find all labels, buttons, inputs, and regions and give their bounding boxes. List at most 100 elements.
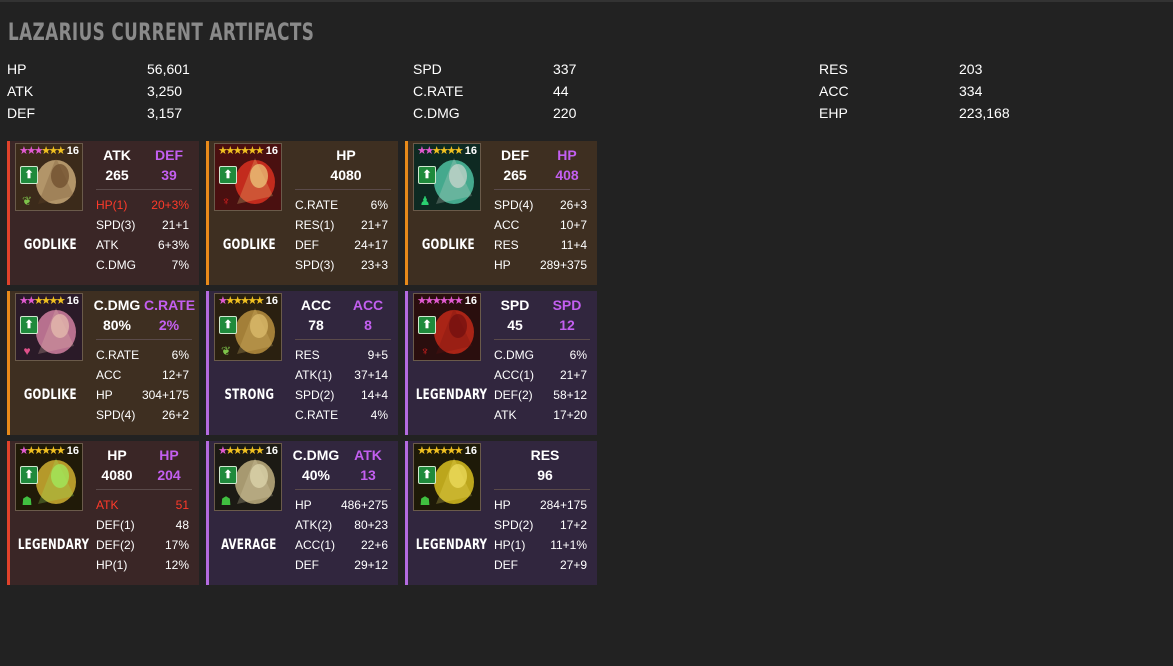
artifact-image[interactable]: ★★★★★★ 16 ⬆ ☗: [15, 443, 83, 511]
substat-value: 29+12: [354, 558, 388, 572]
substat-name: HP: [295, 498, 312, 512]
main-stat-value: 265: [503, 167, 527, 183]
substat-value: 26+3: [559, 198, 587, 212]
substats: C.RATE 6% RES(1) 21+7 DEF 24+17 SPD(3) 2…: [295, 198, 391, 278]
artifact-level: 16: [265, 145, 278, 157]
rarity-text: GODLIKE: [222, 237, 276, 253]
top-border: [0, 0, 1173, 2]
substat-value: 22+6: [360, 538, 388, 552]
substat-value: 486+275: [340, 498, 388, 512]
substat-row: DEF(2) 17%: [96, 538, 192, 558]
artifact-image[interactable]: ★★★★★★ 16 ⬆ ☗: [413, 443, 481, 511]
upgrade-arrow-icon: ⬆: [219, 316, 237, 334]
artifact-card-helmet[interactable]: ★★★★★★ 16 ⬆ ♆ GODLIKE HP 4080 C.RATE 6% …: [206, 141, 398, 285]
rarity-label: AVERAGE: [209, 537, 289, 553]
substat-value: 304+175: [141, 388, 189, 402]
substats: HP(1) 20+3% SPD(3) 21+1 ATK 6+3% C.DMG 7…: [96, 198, 192, 278]
main-stat-name: C.DMG: [292, 447, 340, 463]
artifact-card-boots[interactable]: ★★★★★★ 16 ⬆ ♆ LEGENDARY SPD 45 SPD 12 C.…: [405, 291, 597, 435]
rarity-label: STRONG: [209, 387, 289, 403]
substat-value: 4%: [370, 408, 388, 422]
upgrade-arrow-icon: ⬆: [219, 466, 237, 484]
stat-name: EHP: [819, 105, 848, 121]
substat-name: ATK(2): [295, 518, 333, 532]
star-rating: ★★★★★★: [218, 295, 265, 307]
substat-name: SPD(4): [494, 198, 534, 212]
artifact-card-ring[interactable]: ★★★★★★ 16 ⬆ ☗ LEGENDARY HP 4080 HP 204 A…: [7, 441, 199, 585]
main-stat-value: 78: [308, 317, 324, 333]
stat-value: 56,601: [147, 61, 190, 77]
substat-row: HP(1) 11+1%: [494, 538, 590, 558]
substat-name: ATK: [494, 408, 517, 422]
rarity-text: STRONG: [224, 387, 274, 403]
substat-value: 289+375: [539, 258, 587, 272]
artifact-card-banner[interactable]: ★★★★★★ 16 ⬆ ☗ LEGENDARY RES 96 HP 284+17…: [405, 441, 597, 585]
substat-row: ATK 6+3%: [96, 238, 192, 258]
artifact-card-weapon[interactable]: ★★★★★★ 16 ⬆ ❦ GODLIKE ATK 265 DEF 39 HP(…: [7, 141, 199, 285]
artifact-image[interactable]: ★★★★★★ 16 ⬆ ♆: [413, 293, 481, 361]
substat-value: 14+4: [360, 388, 388, 402]
divider: [96, 489, 192, 490]
substat-row: C.RATE 6%: [96, 348, 192, 368]
substat-name: DEF(2): [96, 538, 135, 552]
substat-value: 21+1: [161, 218, 189, 232]
substat-value: 6+3%: [157, 238, 189, 252]
artifact-card-chest[interactable]: ★★★★★★ 16 ⬆ ❦ STRONG ACC 78 ACC 8 RES 9+…: [206, 291, 398, 435]
ascended-stat-name: HP: [159, 447, 179, 463]
main-stat-value: 4080: [101, 467, 133, 483]
substat-row: SPD(3) 23+3: [295, 258, 391, 278]
artifact-image[interactable]: ★★★★★★ 16 ⬆ ♆: [214, 143, 282, 211]
artifact-image[interactable]: ★★★★★★ 16 ⬆ ☗: [214, 443, 282, 511]
rarity-text: LEGENDARY: [415, 387, 488, 403]
artifact-level: 16: [66, 145, 79, 157]
substats: C.RATE 6% ACC 12+7 HP 304+175 SPD(4) 26+…: [96, 348, 192, 428]
substat-name: DEF: [295, 558, 319, 572]
artifact-image[interactable]: ★★★★★★ 16 ⬆ ❦: [214, 293, 282, 361]
ascended-stat-name: SPD: [552, 297, 582, 313]
stat-name: ATK: [7, 83, 34, 99]
artifact-image[interactable]: ★★★★★★ 16 ⬆ ❦: [15, 143, 83, 211]
substat-name: C.DMG: [96, 258, 136, 272]
ascended-stat-value: 204: [157, 467, 181, 483]
stat-value: 3,250: [147, 83, 183, 99]
artifact-card-amulet[interactable]: ★★★★★★ 16 ⬆ ☗ AVERAGE C.DMG 40% ATK 13 H…: [206, 441, 398, 585]
main-stat-name: ACC: [300, 297, 332, 313]
artifact-image[interactable]: ★★★★★★ 16 ⬆ ♥: [15, 293, 83, 361]
substat-value: 7%: [171, 258, 189, 272]
stat-row: HP 56,601: [7, 60, 307, 82]
upgrade-arrow-icon: ⬆: [20, 316, 38, 334]
substat-value: 23+3: [360, 258, 388, 272]
upgrade-arrow-icon: ⬆: [20, 466, 38, 484]
substat-row: RES 11+4: [494, 238, 590, 258]
stats-column-1: HP 56,601 ATK 3,250 DEF 3,157: [7, 60, 307, 126]
substat-row: SPD(3) 21+1: [96, 218, 192, 238]
artifact-card-shield[interactable]: ★★★★★★ 16 ⬆ ♟ GODLIKE DEF 265 HP 408 SPD…: [405, 141, 597, 285]
artifact-image[interactable]: ★★★★★★ 16 ⬆ ♟: [413, 143, 481, 211]
substat-name: DEF: [295, 238, 319, 252]
substat-value: 11+1%: [550, 538, 587, 552]
substats: ATK 51 DEF(1) 48 DEF(2) 17% HP(1) 12%: [96, 498, 192, 578]
star-rating: ★★★★★★: [417, 145, 464, 157]
substat-name: HP: [494, 498, 511, 512]
main-stat-value: 45: [507, 317, 523, 333]
rarity-label: GODLIKE: [10, 387, 90, 403]
rarity-text: GODLIKE: [421, 237, 475, 253]
main-stat-value: 265: [105, 167, 129, 183]
substat-row: ACC(1) 21+7: [494, 368, 590, 388]
star-rating: ★★★★★★: [19, 145, 66, 157]
stat-name: HP: [7, 61, 27, 77]
substat-value: 17+20: [553, 408, 587, 422]
artifact-card-gloves[interactable]: ★★★★★★ 16 ⬆ ♥ GODLIKE C.DMG 80% C.RATE 2…: [7, 291, 199, 435]
ascended-stat-value: 408: [555, 167, 579, 183]
substat-value: 10+7: [559, 218, 587, 232]
rarity-label: GODLIKE: [209, 237, 289, 253]
substat-row: RES 9+5: [295, 348, 391, 368]
ascended-stat-name: DEF: [155, 147, 183, 163]
upgrade-arrow-icon: ⬆: [418, 466, 436, 484]
main-stat-name: SPD: [500, 297, 530, 313]
substat-row: ACC 12+7: [96, 368, 192, 388]
substat-name: SPD(2): [295, 388, 335, 402]
star-rating: ★★★★★★: [218, 445, 265, 457]
substat-name: ACC(1): [295, 538, 336, 552]
rarity-text: LEGENDARY: [17, 537, 90, 553]
